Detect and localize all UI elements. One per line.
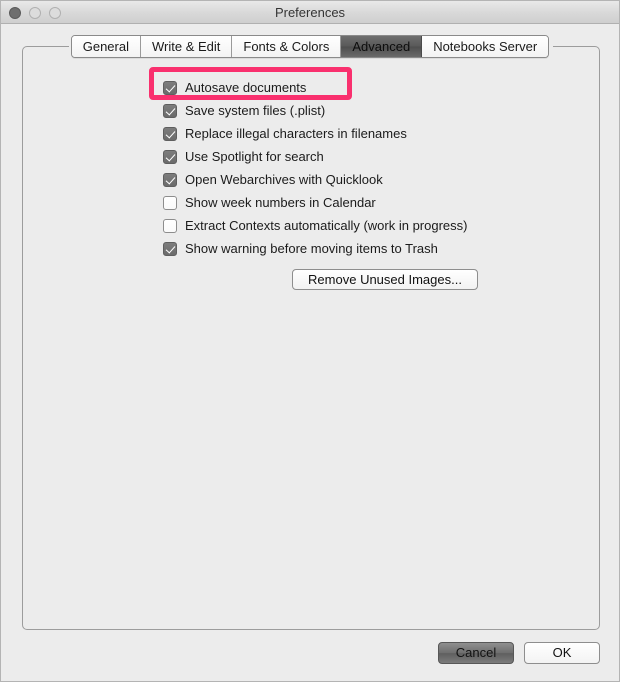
window-titlebar: Preferences bbox=[1, 1, 619, 24]
checkbox-row[interactable]: Use Spotlight for search bbox=[163, 145, 467, 168]
checkbox-label: Show warning before moving items to Tras… bbox=[185, 241, 438, 256]
checkbox-label: Save system files (.plist) bbox=[185, 103, 326, 118]
checkbox-row[interactable]: Replace illegal characters in filenames bbox=[163, 122, 467, 145]
checkbox-label: Show week numbers in Calendar bbox=[185, 195, 376, 210]
preferences-panel: Autosave documents Save system files (.pl… bbox=[22, 46, 600, 630]
checkbox-row[interactable]: Extract Contexts automatically (work in … bbox=[163, 214, 467, 237]
checkbox-row[interactable]: Show week numbers in Calendar bbox=[163, 191, 467, 214]
tab-group: General Write & Edit Fonts & Colors Advance… bbox=[70, 35, 550, 58]
checkbox-label: Use Spotlight for search bbox=[185, 149, 324, 164]
checkbox-row[interactable]: Save system files (.plist) bbox=[163, 99, 467, 122]
checkbox-checked-icon[interactable] bbox=[163, 149, 177, 164]
checkbox-label: Autosave documents bbox=[185, 80, 307, 95]
checkbox-label: Replace illegal characters in filenames bbox=[185, 126, 407, 141]
tab-write-edit[interactable]: Write & Edit bbox=[140, 36, 233, 57]
checkbox-unchecked-icon[interactable] bbox=[163, 218, 177, 233]
dialog-footer: Cancel OK bbox=[438, 642, 600, 664]
checkbox-unchecked-icon[interactable] bbox=[163, 195, 177, 210]
checkbox-checked-icon[interactable] bbox=[163, 80, 177, 95]
checkbox-row[interactable]: Autosave documents bbox=[163, 76, 467, 99]
cancel-button[interactable]: Cancel bbox=[438, 642, 514, 664]
tab-general[interactable]: General bbox=[71, 36, 141, 57]
tab-fonts-colors[interactable]: Fonts & Colors bbox=[232, 36, 342, 57]
ok-button[interactable]: OK bbox=[524, 642, 600, 664]
checkbox-row[interactable]: Show warning before moving items to Tras… bbox=[163, 237, 467, 260]
checkbox-checked-icon[interactable] bbox=[163, 126, 177, 141]
checkbox-checked-icon[interactable] bbox=[163, 103, 177, 118]
tab-advanced[interactable]: Advanced bbox=[341, 36, 423, 57]
preferences-window: Preferences Autosave documents Save syste… bbox=[0, 0, 620, 682]
checkbox-checked-icon[interactable] bbox=[163, 241, 177, 256]
checkbox-label: Extract Contexts automatically (work in … bbox=[185, 218, 468, 233]
window-title: Preferences bbox=[274, 5, 346, 20]
remove-unused-images-button[interactable]: Remove Unused Images... bbox=[292, 269, 478, 290]
checkbox-label: Open Webarchives with Quicklook bbox=[185, 172, 383, 187]
checkbox-checked-icon[interactable] bbox=[163, 172, 177, 187]
advanced-options-list: Autosave documents Save system files (.pl… bbox=[163, 76, 467, 260]
tab-notebooks-server[interactable]: Notebooks Server bbox=[422, 36, 549, 57]
checkbox-row[interactable]: Open Webarchives with Quicklook bbox=[163, 168, 467, 191]
preferences-tabbar: General Write & Edit Fonts & Colors Advance… bbox=[1, 35, 619, 59]
